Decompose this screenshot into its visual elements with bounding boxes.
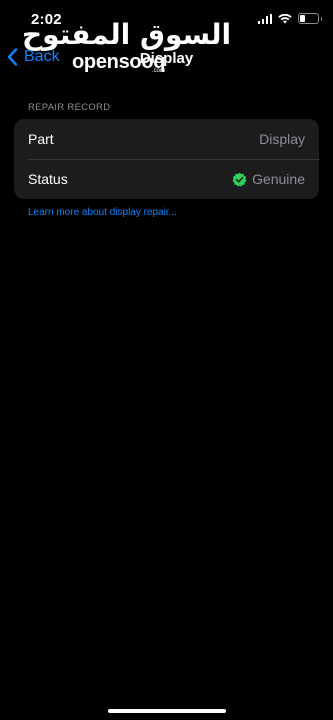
status-row: Status Genuine (14, 159, 319, 199)
status-time: 2:02 (31, 11, 62, 28)
status-icons (257, 13, 322, 24)
status-bar: 2:02 (0, 0, 333, 34)
status-value: Genuine (232, 171, 305, 187)
home-indicator[interactable] (108, 709, 226, 713)
repair-record-group: Part Display Status Genuine (14, 119, 319, 199)
section-header: REPAIR RECORD (28, 102, 111, 113)
status-label: Status (28, 171, 68, 187)
part-value: Display (259, 131, 305, 147)
verified-badge-icon (232, 172, 247, 187)
battery-fill (300, 15, 306, 22)
status-value-text: Genuine (252, 171, 305, 187)
part-label: Part (28, 131, 54, 147)
screen: 2:02 Back Display السوق المفتوح opensooq… (0, 0, 333, 720)
page-title: Display (139, 50, 194, 67)
learn-more-link[interactable]: Learn more about display repair... (28, 207, 177, 218)
signal-icon (257, 13, 272, 24)
part-row: Part Display (14, 119, 319, 159)
wifi-icon (278, 13, 292, 24)
navigation-bar: Back Display (0, 44, 333, 76)
part-value-text: Display (259, 131, 305, 147)
battery-icon (298, 13, 322, 24)
